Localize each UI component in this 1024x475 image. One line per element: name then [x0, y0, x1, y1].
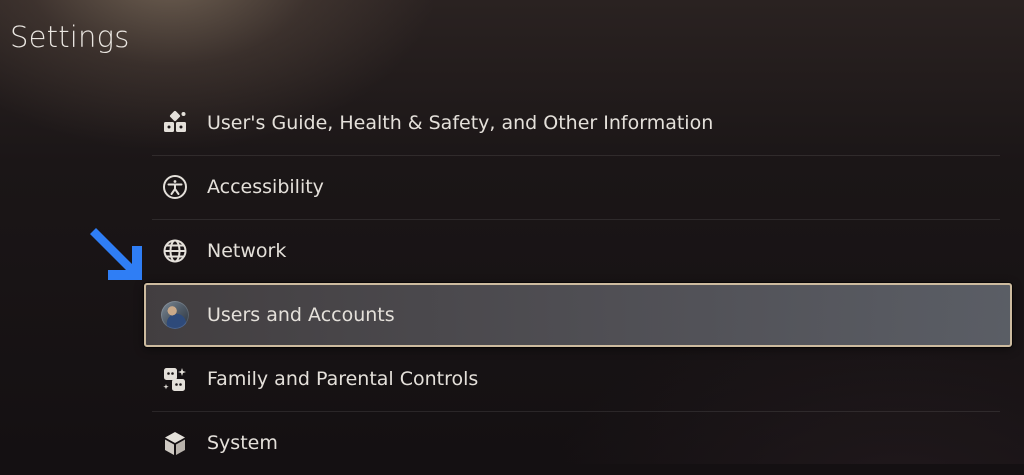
globe-icon — [161, 237, 189, 265]
settings-menu: User's Guide, Health & Safety, and Other… — [144, 91, 1012, 475]
menu-item-label: Family and Parental Controls — [207, 368, 479, 390]
cube-icon — [161, 429, 189, 457]
menu-item-accessibility[interactable]: Accessibility — [144, 155, 1012, 219]
page-title: Settings — [10, 20, 130, 54]
menu-item-label: Accessibility — [207, 176, 324, 198]
menu-item-users-and-accounts[interactable]: Users and Accounts — [144, 283, 1012, 347]
menu-item-system[interactable]: System — [144, 411, 1012, 475]
avatar — [161, 301, 189, 329]
arrow-down-right-icon — [90, 228, 142, 280]
user-avatar — [161, 301, 189, 329]
menu-item-label: System — [207, 432, 278, 454]
menu-item-label: Users and Accounts — [207, 304, 395, 326]
menu-item-label: Network — [207, 240, 287, 262]
guide-icon — [161, 109, 189, 137]
menu-item-network[interactable]: Network — [144, 219, 1012, 283]
menu-item-users-guide[interactable]: User's Guide, Health & Safety, and Other… — [144, 91, 1012, 155]
accessibility-icon — [161, 173, 189, 201]
family-icon — [161, 365, 189, 393]
menu-item-family-and-parental-controls[interactable]: Family and Parental Controls — [144, 347, 1012, 411]
menu-item-label: User's Guide, Health & Safety, and Other… — [207, 112, 714, 134]
